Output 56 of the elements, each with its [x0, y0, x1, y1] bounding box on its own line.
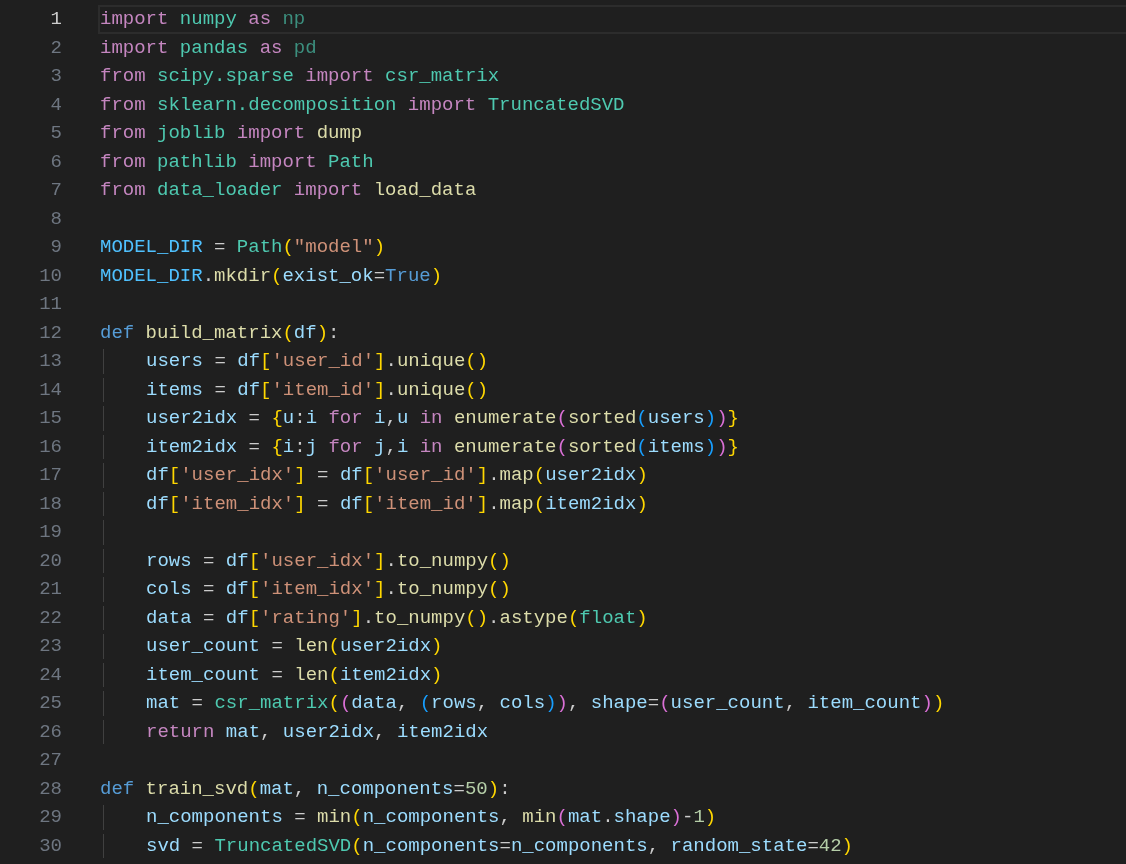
line-number: 21: [38, 577, 62, 602]
code-line: import numpy as np: [100, 8, 306, 30]
code-line: from data_loader import load_data: [100, 179, 477, 201]
code-line: user_count = len(user2idx): [146, 635, 443, 657]
line-number: 9: [49, 235, 62, 260]
code-line: svd = TruncatedSVD(n_components=n_components, random_state=42): [146, 834, 853, 857]
line-number: 23: [38, 634, 62, 659]
code-line: rows = df['user_idx'].to_numpy(): [146, 549, 511, 572]
line-number: 12: [38, 320, 62, 346]
code-line: cols = df['item_idx'].to_numpy(): [146, 578, 511, 600]
line-number: 29: [38, 805, 62, 830]
line-number: 5: [49, 121, 62, 146]
line-number: 7: [49, 178, 62, 203]
code-line: from joblib import dump: [100, 122, 363, 144]
code-line: import pandas as pd: [100, 36, 317, 59]
line-number: 11: [38, 292, 62, 317]
code-line: MODEL_DIR = Path("model"): [100, 236, 386, 258]
line-number: 28: [38, 776, 62, 802]
code-line: item2idx = {i:j for j,i in enumerate(sorted(items))}: [146, 435, 739, 458]
line-number: 4: [49, 92, 62, 118]
code-line: df['user_idx'] = df['user_id'].map(user2idx): [146, 464, 648, 486]
line-number: 22: [38, 605, 62, 631]
code-line: users = df['user_id'].unique(): [146, 350, 489, 372]
code-line: from scipy.sparse import csr_matrix: [100, 65, 500, 87]
line-number: 20: [38, 548, 62, 574]
line-number: 15: [38, 406, 62, 431]
line-number: 1: [49, 7, 62, 32]
line-number: 26: [38, 719, 62, 745]
code-line: MODEL_DIR.mkdir(exist_ok=True): [100, 264, 443, 287]
code-line: def build_matrix(df):: [100, 321, 340, 344]
code-line: mat = csr_matrix((data, (rows, cols)), shape=(user_count, item_count)): [146, 692, 945, 714]
line-number: 16: [38, 434, 62, 460]
line-number: 3: [49, 64, 62, 89]
line-number: 8: [49, 206, 62, 232]
code-line: n_components = min(n_components, min(mat.shape)-1): [146, 806, 717, 828]
code-line: df['item_idx'] = df['item_id'].map(item2idx): [146, 492, 648, 515]
line-number: 27: [38, 748, 62, 773]
code-line: return mat, user2idx, item2idx: [146, 720, 489, 743]
code-line: data = df['rating'].to_numpy().astype(float): [146, 606, 648, 629]
line-number: 24: [38, 662, 62, 688]
code-line: user2idx = {u:i for i,u in enumerate(sorted(users))}: [146, 407, 739, 429]
line-number: 10: [38, 263, 62, 289]
line-number: 25: [38, 691, 62, 716]
line-number: 19: [38, 520, 62, 545]
code-line: from pathlib import Path: [100, 150, 374, 173]
code-line: items = df['item_id'].unique(): [146, 378, 489, 401]
code-line: def train_svd(mat, n_components=50):: [100, 777, 511, 800]
line-number: 18: [38, 491, 62, 517]
line-number: 2: [49, 35, 62, 61]
code-line: from sklearn.decomposition import TruncatedSVD: [100, 93, 625, 116]
line-number: 6: [49, 149, 62, 175]
code-line: item_count = len(item2idx): [146, 663, 443, 686]
line-number: 17: [38, 463, 62, 488]
line-number: 30: [38, 833, 62, 859]
line-number: 14: [38, 377, 62, 403]
line-number: 13: [38, 349, 62, 374]
